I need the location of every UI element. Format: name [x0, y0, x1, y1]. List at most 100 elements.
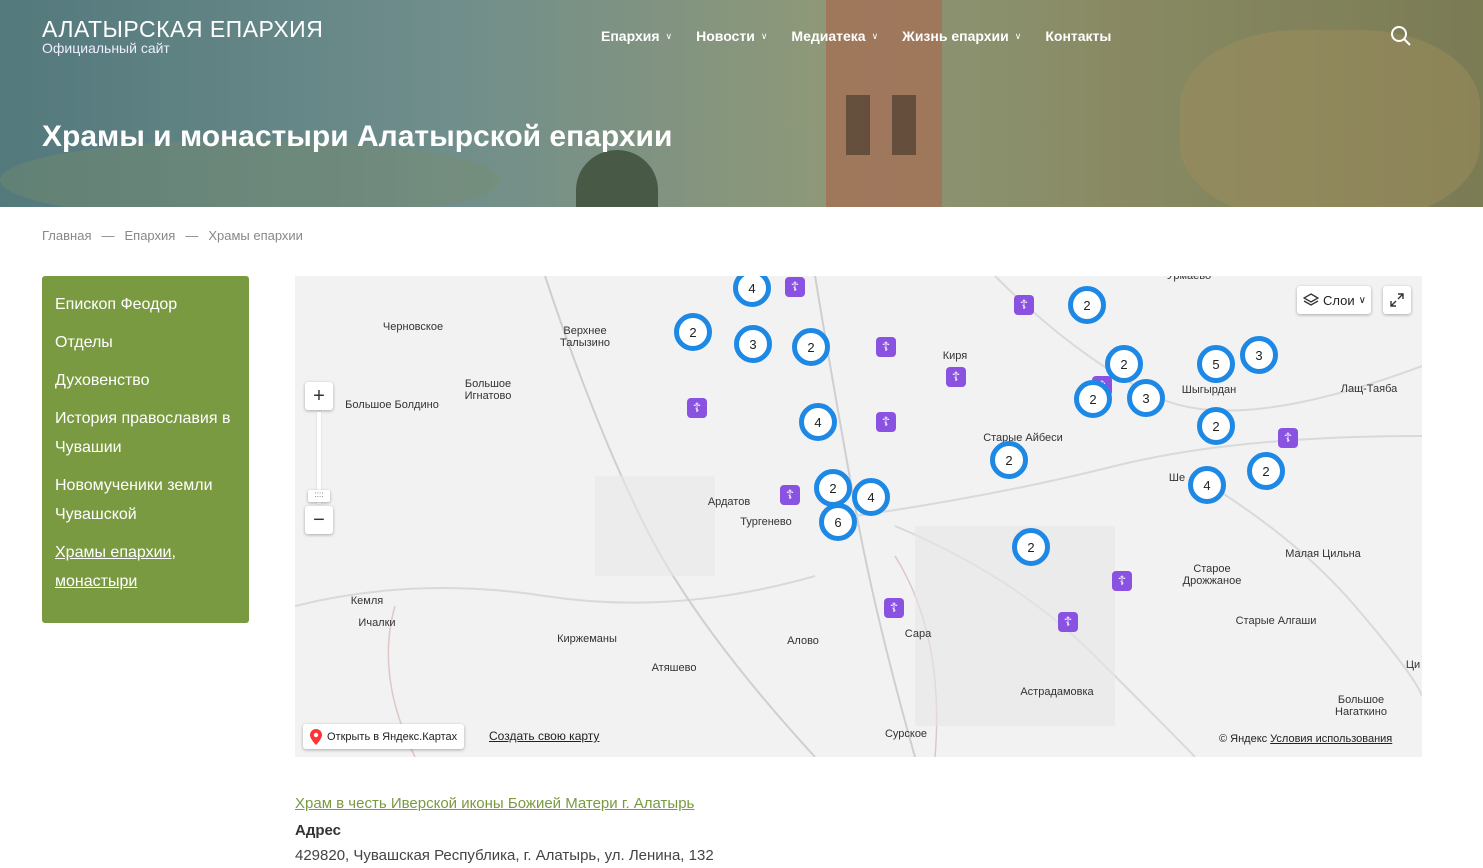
church-pin-icon[interactable]: ☦	[946, 367, 966, 387]
open-in-yandex-maps-button[interactable]: Открыть в Яндекс.Картах	[303, 724, 465, 749]
breadcrumb: Главная — Епархия — Храмы епархии	[42, 228, 303, 243]
open-yandex-label: Открыть в Яндекс.Картах	[327, 730, 458, 743]
church-pin-icon[interactable]: ☦	[785, 277, 805, 297]
map-place-label: Тургенево	[740, 516, 792, 528]
map-place-label: Киря	[942, 350, 968, 362]
nav-label: Жизнь епархии	[902, 28, 1009, 44]
map-place-label: Атяшево	[651, 662, 697, 674]
sidebar-item-temples[interactable]: Храмы епархии, монастыри	[55, 538, 236, 596]
map-cluster-marker[interactable]: 2	[1074, 380, 1112, 418]
temple-name-link[interactable]: Храм в честь Иверской иконы Божией Матер…	[295, 795, 694, 812]
sidebar-item-bishop[interactable]: Епископ Феодор	[55, 290, 236, 319]
site-subtitle: Официальный сайт	[42, 40, 170, 56]
nav-label: Контакты	[1045, 28, 1112, 44]
nav-item-life[interactable]: Жизнь епархии ∨	[902, 28, 1021, 44]
church-pin-icon[interactable]: ☦	[876, 412, 896, 432]
layers-button[interactable]: Слои ∨	[1297, 286, 1371, 314]
map-cluster-marker[interactable]: 2	[1197, 407, 1235, 445]
map-cluster-marker[interactable]: 2	[1247, 452, 1285, 490]
map-place-label: Черновское	[382, 321, 444, 333]
map-cluster-marker[interactable]: 2	[814, 469, 852, 507]
map-place-label: Большое Игнатово	[464, 378, 512, 402]
map-cluster-marker[interactable]: 4	[799, 403, 837, 441]
map-cluster-marker[interactable]: 4	[852, 478, 890, 516]
layers-label: Слои	[1323, 292, 1355, 308]
fullscreen-button[interactable]	[1383, 286, 1411, 314]
layers-icon	[1303, 293, 1319, 306]
chevron-down-icon: ∨	[871, 30, 879, 41]
map-copyright: © Яндекс Условия использования	[1219, 733, 1392, 745]
map-place-label: Старые Айбеси	[983, 432, 1063, 444]
search-icon[interactable]	[1390, 25, 1412, 47]
nav-label: Новости	[696, 28, 755, 44]
map-place-label: Верхнее Талызино	[559, 325, 611, 349]
zoom-in-button[interactable]: +	[305, 382, 333, 410]
map-place-label: Ше	[1168, 472, 1186, 484]
church-pin-icon[interactable]: ☦	[1058, 612, 1078, 632]
nav-label: Епархия	[601, 28, 660, 44]
map-cluster-marker[interactable]: 5	[1197, 345, 1235, 383]
sidebar-item-clergy[interactable]: Духовенство	[55, 366, 236, 395]
chevron-down-icon: ∨	[665, 30, 673, 41]
terms-of-use-link[interactable]: Условия использования	[1270, 733, 1392, 745]
nav-item-eparchy[interactable]: Епархия ∨	[601, 28, 672, 44]
map-place-label: Большое Болдино	[345, 399, 439, 411]
map-cluster-marker[interactable]: 3	[734, 325, 772, 363]
church-pin-icon[interactable]: ☦	[1014, 295, 1034, 315]
sidebar-item-departments[interactable]: Отделы	[55, 328, 236, 357]
nav-label: Медиатека	[791, 28, 866, 44]
map-place-label: Старые Алгаши	[1235, 615, 1317, 627]
breadcrumb-separator: —	[185, 228, 199, 243]
church-pin-icon[interactable]: ☦	[687, 398, 707, 418]
map-pin-icon	[310, 728, 322, 745]
map-road	[854, 435, 1422, 517]
page-title: Храмы и монастыри Алатырской епархии	[42, 120, 673, 153]
map-place-label: Малая Цильна	[1285, 548, 1361, 560]
map-place-label: Шыгырдан	[1181, 384, 1237, 396]
copyright-text: © Яндекс	[1219, 733, 1268, 745]
breadcrumb-current: Храмы епархии	[208, 228, 303, 243]
map-cluster-marker[interactable]: 2	[1068, 286, 1106, 324]
map-cluster-marker[interactable]: 2	[990, 441, 1028, 479]
map-area	[595, 476, 715, 576]
nav-item-news[interactable]: Новости ∨	[696, 28, 767, 44]
sidebar: Епископ Феодор Отделы Духовенство Истори…	[42, 276, 249, 623]
map-cluster-marker[interactable]: 3	[1127, 379, 1165, 417]
nav-item-media[interactable]: Медиатека ∨	[791, 28, 878, 44]
church-pin-icon[interactable]: ☦	[876, 337, 896, 357]
map-place-label: Ци	[1405, 659, 1421, 671]
zoom-control: + :::: −	[305, 382, 333, 534]
church-pin-icon[interactable]: ☦	[1278, 428, 1298, 448]
map-cluster-marker[interactable]: 4	[1188, 466, 1226, 504]
site-title[interactable]: АЛАТЫРСКАЯ ЕПАРХИЯ	[42, 16, 323, 43]
map-cluster-marker[interactable]: 2	[1012, 528, 1050, 566]
chevron-down-icon: ∨	[760, 30, 768, 41]
yandex-map[interactable]: Урмаево Черновское Верхнее Талызино Большое И…	[295, 276, 1422, 757]
create-map-link[interactable]: Создать свою карту	[489, 729, 599, 743]
map-place-label: Сурское	[884, 728, 928, 740]
map-place-label: Ардатов	[707, 496, 751, 508]
address-label: Адрес	[295, 822, 342, 839]
breadcrumb-home[interactable]: Главная	[42, 228, 91, 243]
sidebar-item-history[interactable]: История православия в Чувашии	[55, 404, 236, 462]
zoom-out-button[interactable]: −	[305, 506, 333, 534]
church-pin-icon[interactable]: ☦	[780, 485, 800, 505]
chevron-down-icon: ∨	[1358, 294, 1366, 306]
map-cluster-marker[interactable]: 2	[674, 313, 712, 351]
map-cluster-marker[interactable]: 2	[792, 328, 830, 366]
map-place-label: Большое Нагаткино	[1335, 694, 1387, 718]
nav-item-contacts[interactable]: Контакты	[1045, 28, 1111, 44]
map-cluster-marker[interactable]: 3	[1240, 336, 1278, 374]
sidebar-item-new-martyrs[interactable]: Новомученики земли Чувашской	[55, 471, 236, 529]
church-pin-icon[interactable]: ☦	[1112, 571, 1132, 591]
map-place-label: Лащ-Таяба	[1340, 383, 1398, 395]
chevron-down-icon: ∨	[1014, 30, 1022, 41]
map-place-label: Ичалки	[358, 617, 396, 629]
map-place-label: Алово	[787, 635, 819, 647]
map-cluster-marker[interactable]: 6	[819, 503, 857, 541]
zoom-slider-handle[interactable]: ::::	[308, 490, 330, 502]
breadcrumb-eparchy[interactable]: Епархия	[124, 228, 175, 243]
map-cluster-marker[interactable]: 2	[1105, 345, 1143, 383]
church-pin-icon[interactable]: ☦	[884, 598, 904, 618]
map-place-label: Кемля	[350, 595, 384, 607]
